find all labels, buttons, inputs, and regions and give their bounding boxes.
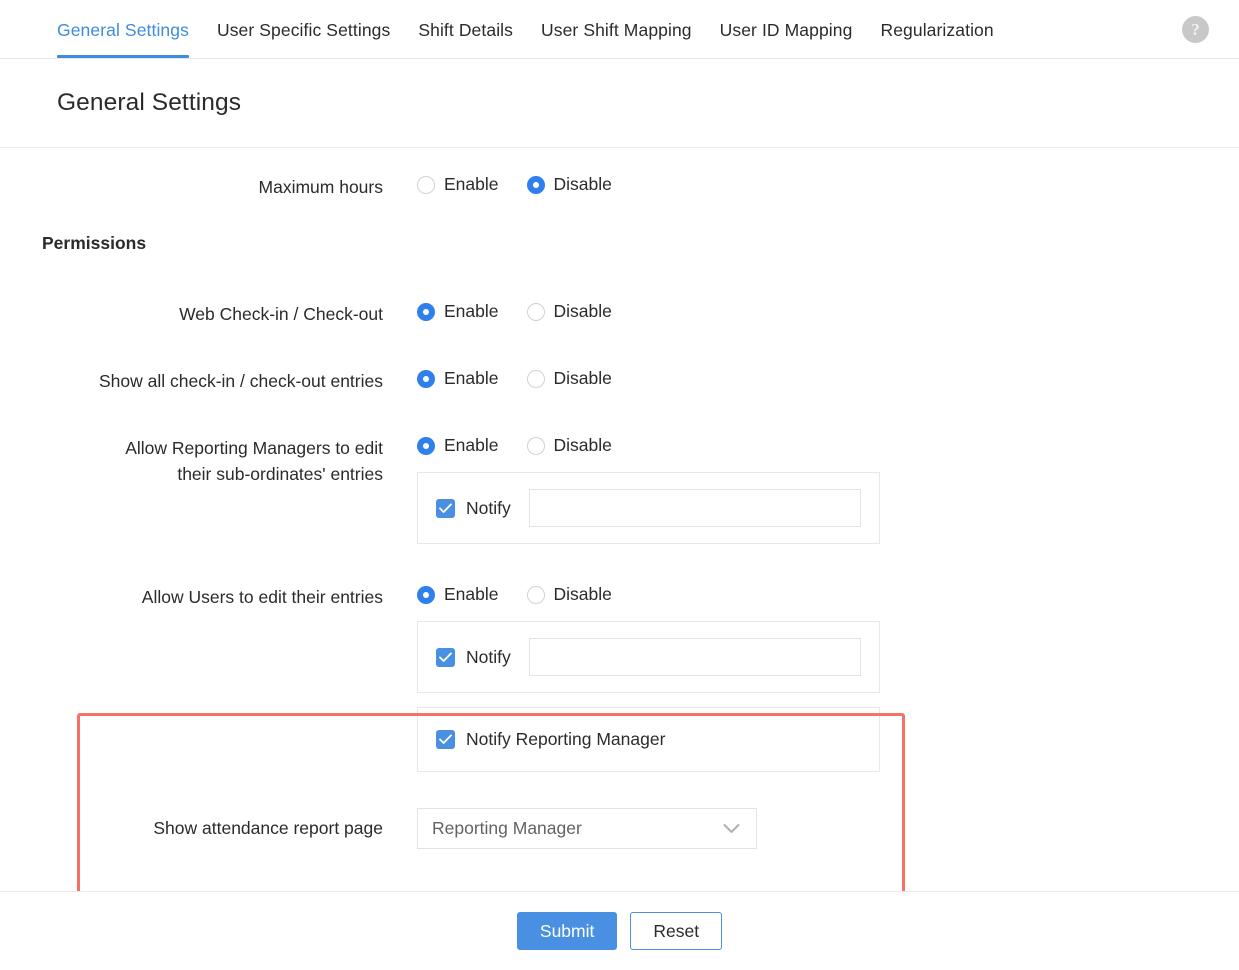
form-footer: Submit Reset (0, 891, 1239, 970)
tab-label: User Shift Mapping (541, 20, 692, 40)
tab-shift-details[interactable]: Shift Details (418, 0, 513, 58)
row-reporting-managers-edit: Allow Reporting Managers to edit their s… (0, 435, 1239, 544)
notify-label: Notify (466, 498, 511, 519)
tab-label: General Settings (57, 20, 189, 40)
tab-user-id-mapping[interactable]: User ID Mapping (720, 0, 853, 58)
radio-unchecked-icon (527, 370, 545, 388)
radio-label: Disable (554, 301, 612, 322)
checkbox-checked-icon (436, 648, 455, 667)
users-edit-notify-reporting-manager-checkbox[interactable]: Notify Reporting Manager (436, 729, 665, 750)
reporting-managers-edit-radio-group: Enable Disable (417, 435, 1239, 456)
tab-label: Regularization (880, 20, 993, 40)
radio-label: Enable (444, 435, 499, 456)
radio-label: Disable (554, 435, 612, 456)
users-edit-controls: Enable Disable Notify (417, 584, 1239, 772)
users-edit-notify-checkbox[interactable]: Notify (436, 647, 511, 668)
radio-checked-icon (417, 370, 435, 388)
users-edit-label: Allow Users to edit their entries (0, 584, 383, 610)
users-edit-disable-option[interactable]: Disable (527, 584, 612, 605)
users-edit-radio-group: Enable Disable (417, 584, 1239, 605)
reporting-managers-notify-panel: Notify (417, 472, 880, 544)
radio-label: Disable (554, 584, 612, 605)
maximum-hours-disable-option[interactable]: Disable (527, 174, 612, 195)
checkbox-checked-icon (436, 730, 455, 749)
radio-checked-icon (417, 303, 435, 321)
reporting-managers-edit-controls: Enable Disable Notify (417, 435, 1239, 544)
radio-checked-icon (417, 437, 435, 455)
tab-label: User Specific Settings (217, 20, 390, 40)
radio-label: Enable (444, 301, 499, 322)
tab-general-settings[interactable]: General Settings (57, 0, 189, 58)
row-attendance-report-page: Show attendance report page Reporting Ma… (0, 808, 1239, 849)
web-checkin-radio-group: Enable Disable (417, 301, 1239, 322)
web-checkin-disable-option[interactable]: Disable (527, 301, 612, 322)
attendance-report-page-controls: Reporting Manager (417, 808, 1239, 849)
radio-unchecked-icon (417, 176, 435, 194)
reporting-managers-edit-label: Allow Reporting Managers to edit their s… (0, 435, 383, 487)
row-web-checkin: Web Check-in / Check-out Enable Disable (0, 301, 1239, 327)
help-button-wrap: ? (1182, 16, 1209, 43)
submit-button[interactable]: Submit (517, 912, 617, 950)
web-checkin-enable-option[interactable]: Enable (417, 301, 499, 322)
users-edit-enable-option[interactable]: Enable (417, 584, 499, 605)
radio-label: Enable (444, 368, 499, 389)
tab-user-shift-mapping[interactable]: User Shift Mapping (541, 0, 692, 58)
users-edit-notify-panel: Notify (417, 621, 880, 693)
notify-reporting-manager-label: Notify Reporting Manager (466, 729, 665, 750)
reporting-managers-edit-label-line2: their sub-ordinates' entries (0, 461, 383, 487)
show-all-entries-radio-group: Enable Disable (417, 368, 1239, 389)
attendance-report-page-select[interactable]: Reporting Manager (417, 808, 757, 849)
radio-unchecked-icon (527, 437, 545, 455)
show-all-entries-controls: Enable Disable (417, 368, 1239, 389)
web-checkin-controls: Enable Disable (417, 301, 1239, 322)
notify-label: Notify (466, 647, 511, 668)
show-all-entries-label: Show all check-in / check-out entries (0, 368, 383, 394)
page-title-row: General Settings (0, 59, 1239, 148)
radio-label: Enable (444, 584, 499, 605)
radio-label: Disable (554, 174, 612, 195)
radio-unchecked-icon (527, 586, 545, 604)
radio-label: Disable (554, 368, 612, 389)
settings-page: General Settings User Specific Settings … (0, 0, 1239, 970)
reporting-managers-notify-checkbox[interactable]: Notify (436, 498, 511, 519)
select-selected-value: Reporting Manager (432, 818, 582, 839)
tab-label: User ID Mapping (720, 20, 853, 40)
permissions-heading: Permissions (0, 233, 1239, 254)
reset-button[interactable]: Reset (630, 912, 722, 950)
maximum-hours-enable-option[interactable]: Enable (417, 174, 499, 195)
help-question-icon[interactable]: ? (1182, 16, 1209, 43)
reporting-managers-edit-disable-option[interactable]: Disable (527, 435, 612, 456)
checkbox-checked-icon (436, 499, 455, 518)
tab-label: Shift Details (418, 20, 513, 40)
row-maximum-hours: Maximum hours Enable Disable (0, 174, 1239, 200)
radio-checked-icon (527, 176, 545, 194)
page-title: General Settings (57, 89, 241, 117)
users-edit-notify-manager-panel: Notify Reporting Manager (417, 707, 880, 772)
maximum-hours-radio-group: Enable Disable (417, 174, 1239, 195)
tab-bar: General Settings User Specific Settings … (0, 0, 1239, 59)
chevron-down-icon (723, 823, 740, 834)
row-show-all-entries: Show all check-in / check-out entries En… (0, 368, 1239, 394)
users-edit-notify-input[interactable] (529, 638, 861, 676)
reporting-managers-edit-enable-option[interactable]: Enable (417, 435, 499, 456)
show-all-entries-enable-option[interactable]: Enable (417, 368, 499, 389)
reporting-managers-edit-label-line1: Allow Reporting Managers to edit (0, 435, 383, 461)
row-users-edit: Allow Users to edit their entries Enable… (0, 584, 1239, 772)
radio-unchecked-icon (527, 303, 545, 321)
radio-checked-icon (417, 586, 435, 604)
settings-form: Maximum hours Enable Disable Permissions… (0, 148, 1239, 900)
reporting-managers-notify-input[interactable] (529, 489, 861, 527)
show-all-entries-disable-option[interactable]: Disable (527, 368, 612, 389)
help-glyph: ? (1191, 20, 1200, 40)
attendance-report-page-label: Show attendance report page (0, 808, 383, 849)
maximum-hours-controls: Enable Disable (417, 174, 1239, 195)
tab-user-specific-settings[interactable]: User Specific Settings (217, 0, 390, 58)
web-checkin-label: Web Check-in / Check-out (0, 301, 383, 327)
radio-label: Enable (444, 174, 499, 195)
maximum-hours-label: Maximum hours (0, 174, 383, 200)
tab-regularization[interactable]: Regularization (880, 0, 993, 58)
